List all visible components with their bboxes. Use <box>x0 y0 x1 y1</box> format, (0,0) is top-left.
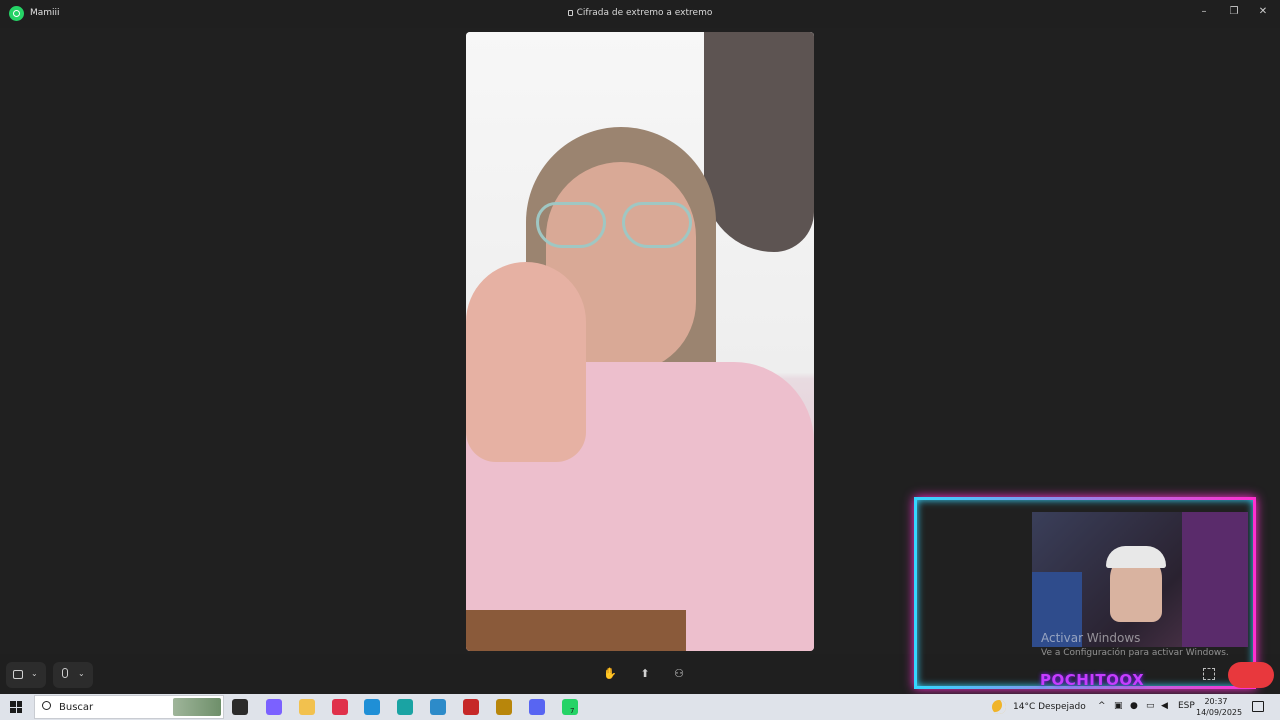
file-explorer-icon[interactable] <box>299 699 315 715</box>
lock-icon <box>567 10 573 16</box>
close-button[interactable]: ✕ <box>1256 5 1270 19</box>
end-call-button[interactable] <box>1228 662 1274 688</box>
weather-moon-icon[interactable] <box>992 700 1006 714</box>
clock-time: 20:37 <box>1204 697 1228 706</box>
copilot-icon[interactable] <box>266 699 282 715</box>
encryption-label: Cifrada de extremo a extremo <box>576 8 713 18</box>
remote-video-feed <box>466 32 814 651</box>
app-red-icon[interactable] <box>463 699 479 715</box>
activation-watermark-title: Activar Windows <box>1041 631 1141 645</box>
opera-icon[interactable] <box>332 699 348 715</box>
volume-tray-icon[interactable]: ◀ <box>1161 701 1168 711</box>
streamer-webcam <box>1032 512 1248 647</box>
minimize-button[interactable]: – <box>1197 5 1211 19</box>
task-view-icon[interactable] <box>232 699 248 715</box>
search-icon <box>42 701 51 710</box>
search-highlight-image <box>173 698 221 716</box>
clock-date: 14/09/2025 <box>1196 708 1243 717</box>
video-camera-icon <box>13 670 23 679</box>
edge-dev-icon[interactable] <box>397 699 413 715</box>
tray-overflow-button[interactable]: ^ <box>1098 701 1106 711</box>
edge-beta-icon[interactable] <box>430 699 446 715</box>
streamer-name: POCHITOOX <box>1040 671 1145 689</box>
taskbar-search-box[interactable]: Buscar <box>34 695 224 719</box>
microphone-icon <box>62 668 68 678</box>
camera-tray-icon[interactable]: ▣ <box>1114 701 1123 711</box>
whatsapp-badge-count: 7 <box>570 707 575 715</box>
camera-toggle-button[interactable]: ⌄ <box>6 662 46 688</box>
video-table <box>466 610 686 651</box>
encryption-notice: Cifrada de extremo a extremo <box>0 8 1280 18</box>
whatsapp-call-window: Mamiii Cifrada de extremo a extremo – ❐ … <box>0 0 1280 720</box>
share-screen-button[interactable]: ⬆ <box>638 667 652 681</box>
layout-grid-icon[interactable] <box>1203 668 1215 680</box>
activation-watermark-subtitle: Ve a Configuración para activar Windows. <box>1041 648 1229 658</box>
video-arm <box>466 262 586 462</box>
chevron-down-icon: ⌄ <box>78 669 85 678</box>
webcam-headset <box>1106 546 1166 568</box>
microphone-toggle-button[interactable]: ⌄ <box>53 662 93 688</box>
language-indicator[interactable]: ESP <box>1178 701 1195 711</box>
league-icon[interactable] <box>496 699 512 715</box>
video-glasses <box>536 202 696 250</box>
network-tray-icon[interactable]: ▭ <box>1146 701 1155 711</box>
discord-icon[interactable] <box>529 699 545 715</box>
microphone-tray-icon[interactable]: ● <box>1130 701 1138 711</box>
notification-center-icon[interactable] <box>1252 701 1264 712</box>
windows-taskbar: Buscar 7 14°C Despejado ^ ▣ ● ▭ ◀ ESP 20… <box>0 694 1280 720</box>
start-button[interactable] <box>10 701 22 713</box>
webcam-bg-right <box>1182 512 1248 647</box>
search-placeholder: Buscar <box>59 702 94 713</box>
video-side-figure <box>704 32 814 252</box>
chevron-down-icon: ⌄ <box>31 669 38 678</box>
raise-hand-button[interactable]: ✋ <box>603 667 617 681</box>
taskbar-clock[interactable]: 20:37 14/09/2025 <box>1196 696 1243 718</box>
add-participant-button[interactable]: ⚇ <box>672 667 686 681</box>
restore-button[interactable]: ❐ <box>1227 5 1241 19</box>
title-bar: Mamiii Cifrada de extremo a extremo – ❐ … <box>0 0 1280 28</box>
edge-icon[interactable] <box>364 699 380 715</box>
weather-text[interactable]: 14°C Despejado <box>1013 702 1086 712</box>
